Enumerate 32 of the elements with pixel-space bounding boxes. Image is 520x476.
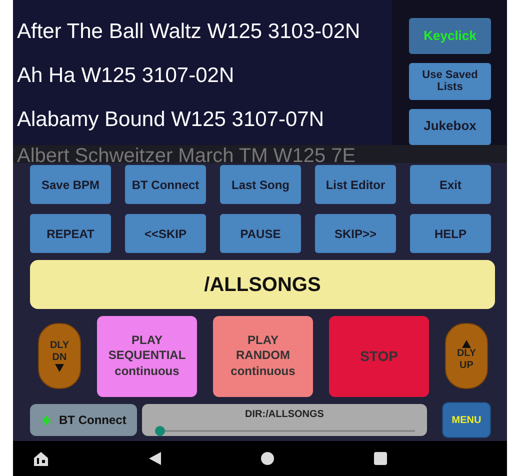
delay-up-button[interactable]: DLY UP	[445, 323, 488, 389]
grid-button[interactable]: PAUSE	[220, 214, 301, 253]
side-button[interactable]: Keyclick	[409, 18, 491, 54]
grid-button[interactable]: BT Connect	[125, 165, 206, 204]
bt-connect-button[interactable]: BT Connect	[30, 404, 137, 436]
grid-button[interactable]: HELP	[410, 214, 491, 253]
delay-down-button[interactable]: DLY DN	[38, 323, 81, 389]
current-list-banner: /ALLSONGS	[30, 260, 495, 309]
asterisk-icon	[42, 416, 51, 424]
grid-button[interactable]: Last Song	[220, 165, 301, 204]
song-title[interactable]: After The Ball Waltz W125 3103-02N	[17, 10, 392, 54]
grid-button[interactable]: List Editor	[315, 165, 396, 204]
song-title[interactable]: Alabamy Bound W125 3107-07N	[17, 98, 392, 142]
play-button[interactable]: PLAY SEQUENTIAL continuous	[97, 316, 197, 396]
side-button[interactable]: Use Saved Lists	[409, 63, 491, 100]
triangle-down-icon	[55, 364, 64, 372]
grid-button[interactable]: <<SKIP	[125, 214, 206, 253]
side-button[interactable]: Jukebox	[409, 108, 491, 145]
grid-button[interactable]: SKIP>>	[315, 214, 396, 253]
home-circle-icon[interactable]	[261, 452, 274, 465]
back-icon[interactable]	[149, 452, 161, 465]
progress-thumb[interactable]	[154, 426, 164, 436]
home-icon[interactable]	[33, 450, 49, 466]
grid-button[interactable]: Exit	[410, 165, 491, 204]
play-button[interactable]: STOP	[329, 316, 429, 396]
triangle-up-icon	[462, 340, 471, 348]
song-title[interactable]: Ah Ha W125 3107-02N	[17, 54, 392, 98]
grid-button[interactable]: Save BPM	[30, 165, 111, 204]
directory-label: DIR:/ALLSONGS	[245, 408, 324, 422]
play-button[interactable]: PLAY RANDOM continuous	[213, 316, 313, 396]
grid-button[interactable]: REPEAT	[30, 214, 111, 253]
menu-button[interactable]: MENU	[442, 402, 491, 438]
